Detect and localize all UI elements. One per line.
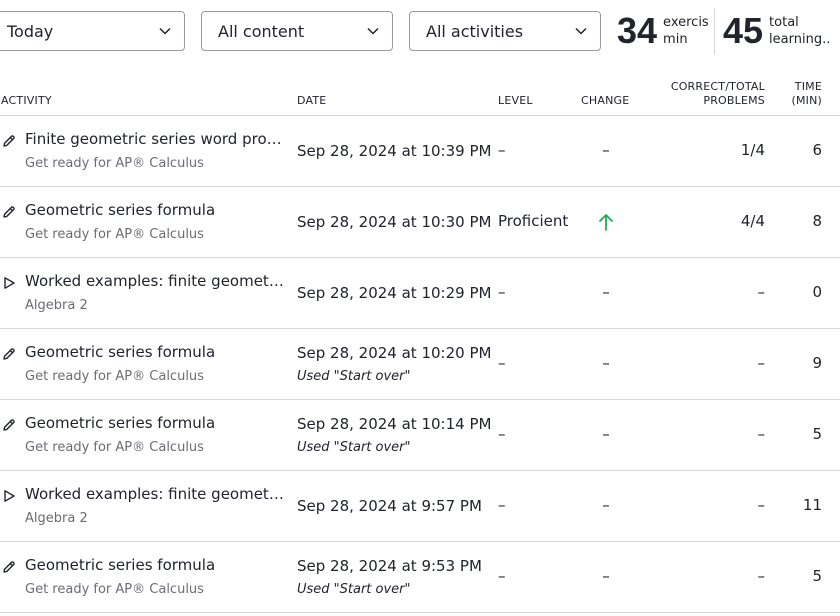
pencil-icon [3,561,15,573]
exercise-minutes-value: 34 [617,10,658,51]
activity-date: Sep 28, 2024 at 10:20 PM [297,344,492,362]
activity-time: 5 [812,425,822,443]
pencil-icon [3,419,15,431]
column-header-date[interactable]: DATE [297,94,326,108]
column-header-time[interactable]: TIME (MIN) [791,80,822,108]
activity-change [596,212,616,236]
table-row[interactable]: Finite geometric series word probl… Get … [0,116,840,187]
activity-change: – [602,354,610,372]
table-row[interactable]: Geometric series formula Get ready for A… [0,187,840,258]
activity-level: – [498,354,506,372]
play-icon [4,277,15,289]
content-filter-value: All content [218,21,305,41]
activity-time: 9 [812,354,822,372]
pencil-icon [3,135,15,147]
activity-date: Sep 28, 2024 at 9:57 PM [297,497,482,515]
activity-course: Get ready for AP® Calculus [25,156,204,171]
stat-divider [714,8,715,54]
pencil-icon [3,348,15,360]
activity-change: – [602,141,610,159]
activity-date: Sep 28, 2024 at 9:53 PM [297,557,482,575]
activity-correct: – [757,283,766,301]
activity-level: – [498,496,506,514]
learning-minutes-value: 45 [723,10,764,51]
activity-change: – [602,425,610,443]
activity-time: 0 [812,283,822,301]
learning-minutes-label-line2: learning... [769,32,830,47]
table-row[interactable]: Geometric series formula Get ready for A… [0,542,840,613]
activity-level: Proficient [498,212,569,230]
chevron-down-icon [367,27,379,35]
activity-course: Get ready for AP® Calculus [25,440,204,455]
activity-change: – [602,496,610,514]
chevron-down-icon [575,27,587,35]
column-header-correct-line1: CORRECT/TOTAL [670,80,765,93]
activity-level: – [498,283,506,301]
column-header-change[interactable]: CHANGE [581,94,629,108]
content-filter-dropdown[interactable]: All content [201,11,393,51]
exercise-minutes-stat: 34 exercis min [617,8,723,54]
activity-correct: 1/4 [740,141,765,159]
column-header-correct-total[interactable]: CORRECT/TOTAL PROBLEMS [671,80,765,108]
activity-date: Sep 28, 2024 at 10:39 PM [297,142,492,160]
up-arrow-icon [599,214,613,231]
table-row[interactable]: Worked examples: finite geometric… Algeb… [0,471,840,542]
activity-filter-value: All activities [426,21,524,41]
activity-title[interactable]: Geometric series formula [25,414,287,432]
activity-change: – [602,283,610,301]
activity-course: Get ready for AP® Calculus [25,582,204,597]
activity-level: – [498,425,506,443]
table-row[interactable]: Worked examples: finite geometric… Algeb… [0,258,840,329]
chevron-down-icon [159,27,171,35]
learning-minutes-stat: 45 total learning... [723,8,829,54]
activity-correct: – [757,425,766,443]
activity-correct: – [757,354,766,372]
activity-level: – [498,567,506,585]
exercise-minutes-label-line1: exercis [663,15,709,30]
table-row[interactable]: Geometric series formula Get ready for A… [0,400,840,471]
time-range-dropdown[interactable]: Today [0,11,185,51]
learning-minutes-label-line1: total [769,15,799,30]
activity-title[interactable]: Worked examples: finite geometric… [25,272,287,290]
start-over-note: Used "Start over" [297,582,411,597]
activity-title[interactable]: Geometric series formula [25,343,287,361]
time-range-value: Today [7,21,54,41]
activity-title[interactable]: Geometric series formula [25,201,287,219]
activity-date: Sep 28, 2024 at 10:30 PM [297,213,492,231]
activity-correct: – [757,567,766,585]
activity-title[interactable]: Geometric series formula [25,556,287,574]
exercise-minutes-label-line2: min [663,32,688,47]
pencil-icon [3,206,15,218]
activity-title[interactable]: Worked examples: finite geometric… [25,485,287,503]
activity-level: – [498,141,506,159]
activity-date: Sep 28, 2024 at 10:14 PM [297,415,492,433]
play-icon [4,490,15,502]
column-header-level[interactable]: LEVEL [498,94,533,108]
activity-time: 8 [812,212,822,230]
column-header-time-line2: (MIN) [791,94,822,107]
activity-correct: 4/4 [740,212,765,230]
activity-course: Algebra 2 [25,298,88,313]
column-header-activity[interactable]: ACTIVITY [1,94,52,108]
activity-course: Get ready for AP® Calculus [25,227,204,242]
start-over-note: Used "Start over" [297,440,411,455]
activity-date: Sep 28, 2024 at 10:29 PM [297,284,492,302]
table-header: ACTIVITY DATE LEVEL CHANGE CORRECT/TOTAL… [0,78,840,116]
start-over-note: Used "Start over" [297,369,411,384]
column-header-time-line1: TIME [794,80,822,93]
activity-time: 6 [812,141,822,159]
activity-course: Get ready for AP® Calculus [25,369,204,384]
activity-correct: – [757,496,766,514]
learning-minutes-label: total learning... [769,14,829,48]
activity-filter-dropdown[interactable]: All activities [409,11,601,51]
activity-time: 11 [802,496,822,514]
activity-change: – [602,567,610,585]
table-row[interactable]: Geometric series formula Get ready for A… [0,329,840,400]
column-header-correct-line2: PROBLEMS [703,94,765,107]
activity-time: 5 [812,567,822,585]
activity-course: Algebra 2 [25,511,88,526]
activity-title[interactable]: Finite geometric series word probl… [25,130,287,148]
